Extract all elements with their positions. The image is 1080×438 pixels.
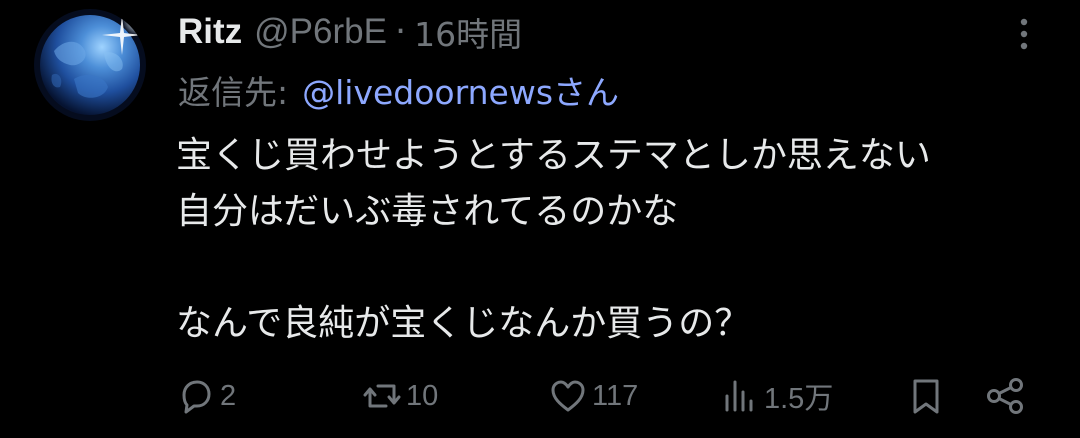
bookmark-icon — [913, 379, 939, 414]
author-name[interactable]: Ritz — [178, 12, 242, 52]
repost-icon — [363, 384, 401, 408]
post-body-line: なんで良純が宝くじなんか買うの？ — [176, 303, 751, 344]
action-bar: 2 10 117 1.5万 — [0, 372, 1080, 420]
heart-icon — [551, 380, 585, 412]
avatar-globe-image — [34, 9, 146, 121]
like-button[interactable]: 117 — [548, 372, 638, 420]
author-handle[interactable]: @P6rbE — [254, 12, 387, 52]
more-vertical-icon — [1020, 18, 1028, 50]
like-count: 117 — [592, 379, 639, 412]
separator-dot: · — [394, 12, 407, 52]
share-button[interactable] — [984, 372, 1026, 420]
post-body-line: 宝くじ買わせようとするステマとしか思えない — [176, 135, 931, 176]
share-icon — [987, 378, 1023, 414]
post-body: 宝くじ買わせようとするステマとしか思えない 自分はだいぶ毒されてるのかな なんで… — [176, 128, 1056, 352]
repost-button[interactable]: 10 — [362, 372, 438, 420]
post-header: Ritz @P6rbE · 16時間 — [178, 8, 522, 56]
views-icon — [725, 380, 753, 412]
reply-button[interactable]: 2 — [176, 372, 236, 420]
views-button[interactable]: 1.5万 — [720, 372, 833, 420]
reply-context: 返信先: @livedoornewsさん — [178, 66, 619, 114]
reply-icon — [182, 380, 211, 414]
repost-count: 10 — [406, 379, 439, 412]
bookmark-button[interactable] — [906, 372, 946, 420]
post-body-line — [176, 240, 1056, 296]
views-count: 1.5万 — [764, 383, 834, 415]
reply-to-label: 返信先: — [178, 73, 289, 112]
avatar[interactable] — [34, 9, 146, 121]
post-timestamp[interactable]: 16時間 — [414, 8, 522, 56]
post-body-line: 自分はだいぶ毒されてるのかな — [176, 191, 679, 232]
post: Ritz @P6rbE · 16時間 返信先: @livedoornewsさん … — [0, 0, 1080, 438]
reply-to-mention-link[interactable]: @livedoornewsさん — [302, 66, 619, 114]
more-options-button[interactable] — [1004, 14, 1044, 54]
reply-count: 2 — [220, 379, 237, 412]
